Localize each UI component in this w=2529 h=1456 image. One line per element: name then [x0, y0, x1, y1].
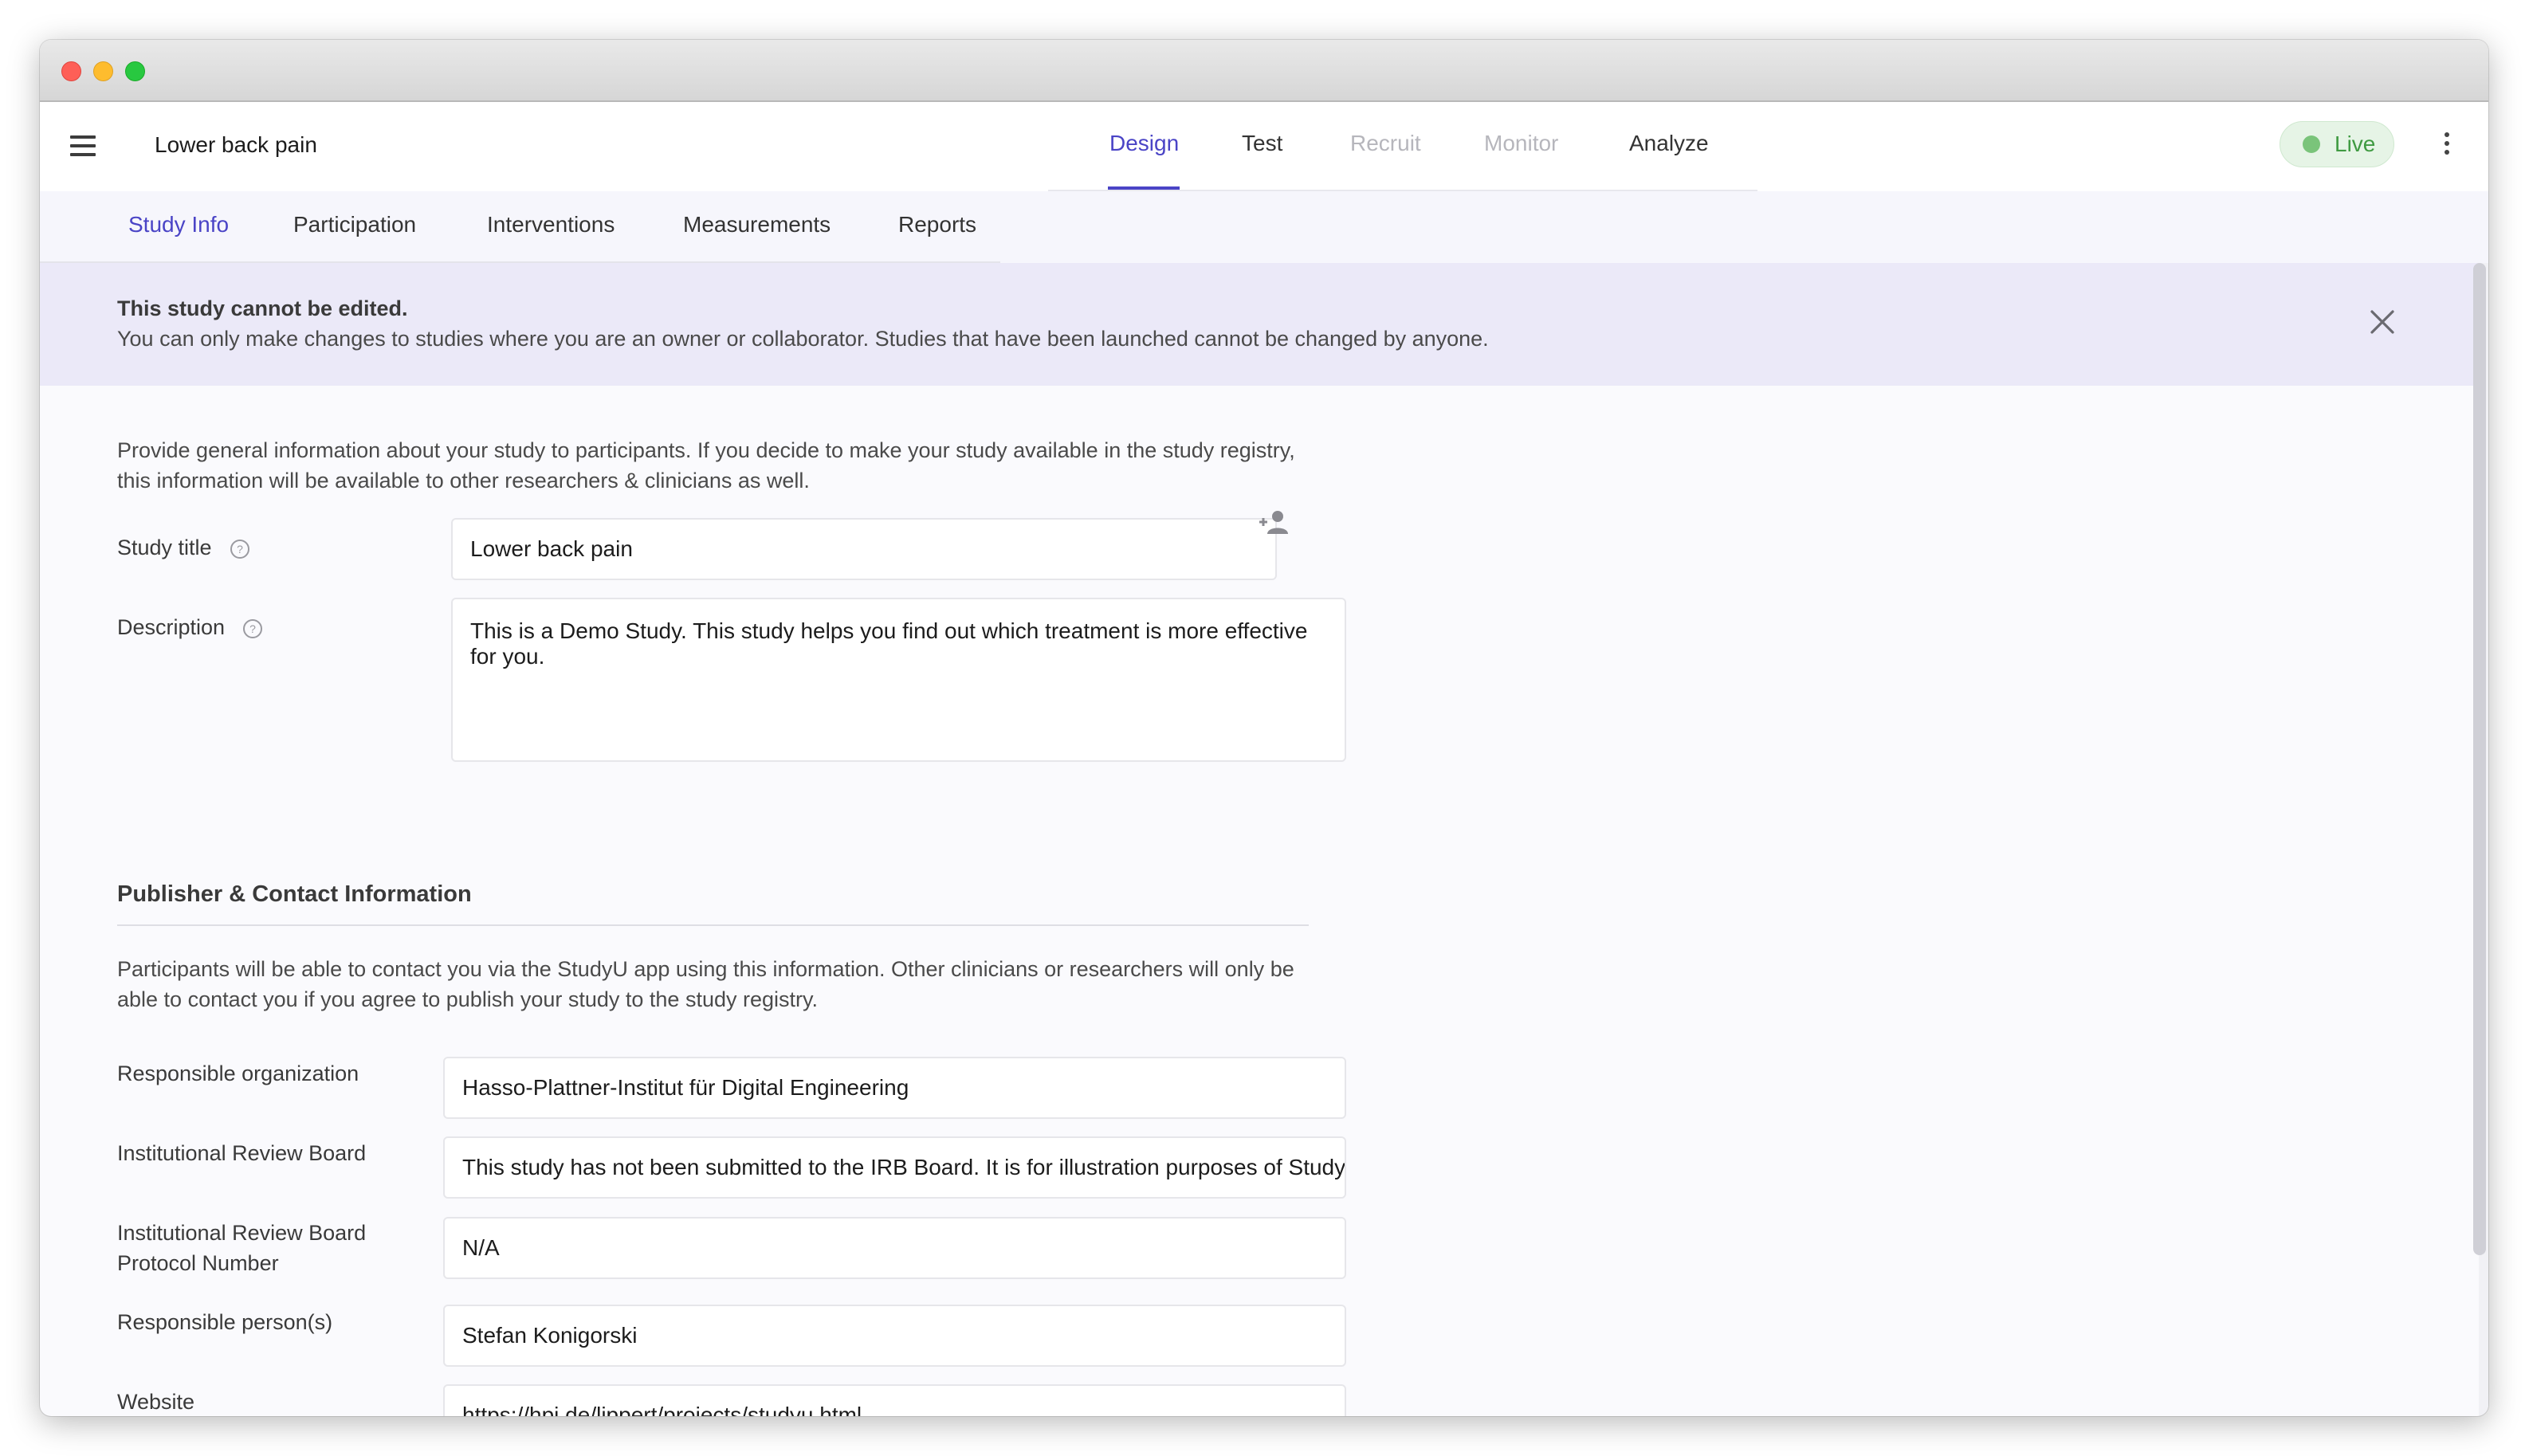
- subtab-measurements[interactable]: Measurements: [683, 212, 831, 237]
- window-close-button[interactable]: [61, 61, 81, 81]
- main-tabs: Design Test Recruit Monitor Analyze: [1048, 102, 1757, 191]
- banner-title: This study cannot be edited.: [117, 296, 408, 320]
- window-maximize-button[interactable]: [125, 61, 145, 81]
- design-subtabs: Study Info Participation Interventions M…: [40, 191, 2488, 263]
- menu-icon[interactable]: [70, 135, 96, 158]
- irb-protocol-number-label: Institutional Review Board Protocol Numb…: [117, 1221, 367, 1275]
- subtab-interventions[interactable]: Interventions: [487, 212, 615, 237]
- subtab-study-info[interactable]: Study Info: [128, 212, 229, 237]
- website-input[interactable]: https://hpi.de/lippert/projects/studyu.h…: [443, 1384, 1346, 1416]
- live-status-badge[interactable]: Live: [2280, 121, 2394, 167]
- responsible-organization-input[interactable]: Hasso-Plattner-Institut für Digital Engi…: [443, 1057, 1346, 1119]
- irb-protocol-number-input[interactable]: N/A: [443, 1217, 1346, 1279]
- app-window: Lower back pain Design Test Recruit Moni…: [40, 40, 2488, 1416]
- banner-message: You can only make changes to studies whe…: [117, 327, 1489, 351]
- study-title-input[interactable]: Lower back pain: [451, 518, 1277, 580]
- subtab-reports[interactable]: Reports: [898, 212, 976, 237]
- tab-monitor[interactable]: Monitor: [1484, 131, 1558, 156]
- irb-input[interactable]: This study has not been submitted to the…: [443, 1136, 1346, 1199]
- responsible-persons-label: Responsible person(s): [117, 1310, 333, 1334]
- form-intro-text: Provide general information about your s…: [117, 438, 1295, 493]
- subtab-participation[interactable]: Participation: [293, 212, 416, 237]
- tab-design[interactable]: Design: [1109, 131, 1179, 156]
- svg-text:?: ?: [249, 622, 256, 635]
- active-tab-indicator: [1108, 186, 1180, 190]
- more-vertical-icon[interactable]: [2443, 132, 2451, 158]
- study-title-heading: Lower back pain: [155, 132, 317, 157]
- live-status-label: Live: [2335, 131, 2376, 156]
- window-titlebar: [40, 40, 2488, 102]
- help-circle-icon[interactable]: ?: [230, 539, 250, 559]
- tab-analyze[interactable]: Analyze: [1629, 131, 1709, 156]
- tab-test[interactable]: Test: [1242, 131, 1282, 156]
- study-info-form: Provide general information about your s…: [40, 386, 2479, 1416]
- description-label: Description?: [117, 612, 263, 642]
- responsible-organization-label: Responsible organization: [117, 1062, 359, 1085]
- app-bar: Lower back pain Design Test Recruit Moni…: [40, 102, 2488, 191]
- svg-text:?: ?: [237, 543, 243, 555]
- status-dot-icon: [2303, 135, 2320, 153]
- website-label: Website: [117, 1390, 195, 1414]
- publisher-intro-text: Participants will be able to contact you…: [117, 957, 1294, 1011]
- close-icon[interactable]: [2369, 308, 2396, 336]
- study-title-label-text: Study title: [117, 536, 212, 559]
- irb-label: Institutional Review Board: [117, 1141, 367, 1165]
- study-title-label: Study title?: [117, 532, 250, 563]
- add-person-icon[interactable]: [1258, 508, 1290, 536]
- description-label-text: Description: [117, 615, 226, 639]
- publisher-section-title: Publisher & Contact Information: [117, 881, 472, 907]
- description-textarea[interactable]: This is a Demo Study. This study helps y…: [451, 598, 1346, 762]
- window-minimize-button[interactable]: [93, 61, 113, 81]
- responsible-persons-input[interactable]: Stefan Konigorski: [443, 1305, 1346, 1367]
- tab-recruit[interactable]: Recruit: [1350, 131, 1421, 156]
- section-divider: [117, 924, 1309, 926]
- read-only-banner: This study cannot be edited. You can onl…: [40, 263, 2479, 386]
- help-circle-icon[interactable]: ?: [242, 618, 263, 639]
